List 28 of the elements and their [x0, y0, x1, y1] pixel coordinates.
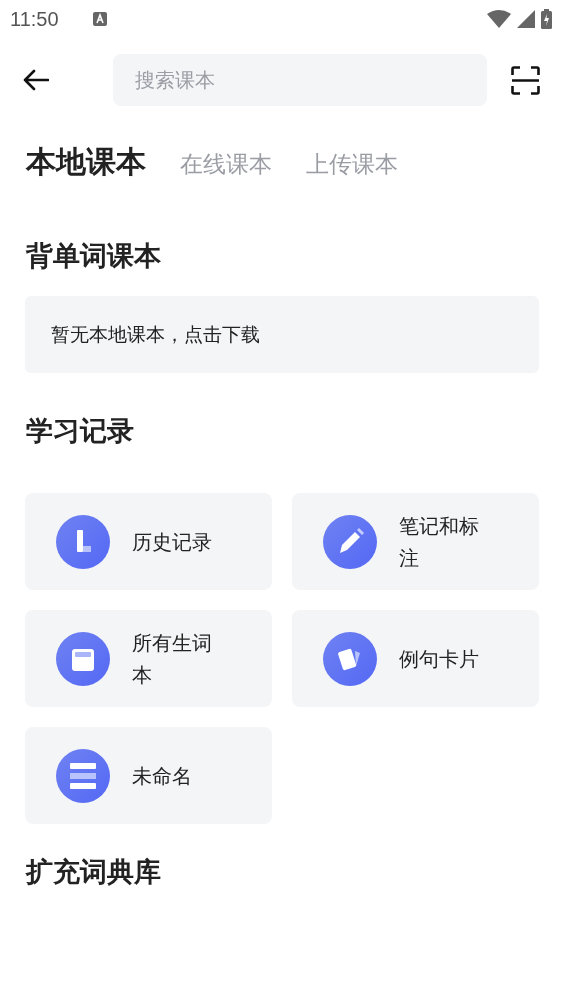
record-card[interactable]: 所有生词本: [25, 610, 272, 707]
clock-icon: [56, 514, 110, 569]
scan-icon[interactable]: [511, 65, 540, 95]
card-label: 历史记录: [132, 528, 213, 556]
card-label: 例句卡片: [399, 645, 480, 673]
pencil-icon: [323, 514, 377, 569]
section-title: 学习记录: [25, 414, 135, 448]
record-card[interactable]: 笔记和标注: [292, 493, 539, 590]
notification-icon: [92, 12, 107, 26]
search-field[interactable]: 搜索课本: [113, 54, 487, 106]
section-title: 背单词课本: [25, 239, 162, 273]
battery-icon: [541, 9, 552, 29]
signal-icon: [517, 10, 535, 28]
back-icon[interactable]: [23, 69, 49, 91]
section-title: 扩充词典库: [24, 855, 162, 889]
record-card[interactable]: 历史记录: [25, 493, 272, 590]
card-label: 未命名: [132, 762, 193, 790]
download-prompt[interactable]: 暂无本地课本，点击下载: [25, 296, 539, 373]
card-label: 所有生词本: [132, 629, 213, 689]
record-card[interactable]: 未命名: [25, 727, 272, 824]
record-card[interactable]: 例句卡片: [292, 610, 539, 707]
cards-icon: [323, 631, 377, 686]
card-label: 笔记和标注: [399, 512, 480, 572]
tab[interactable]: 本地课本: [26, 142, 146, 183]
list-icon: [56, 748, 110, 803]
wifi-icon: [487, 10, 511, 28]
notebook-icon: [56, 631, 110, 686]
status-time: 11:50: [10, 7, 59, 31]
